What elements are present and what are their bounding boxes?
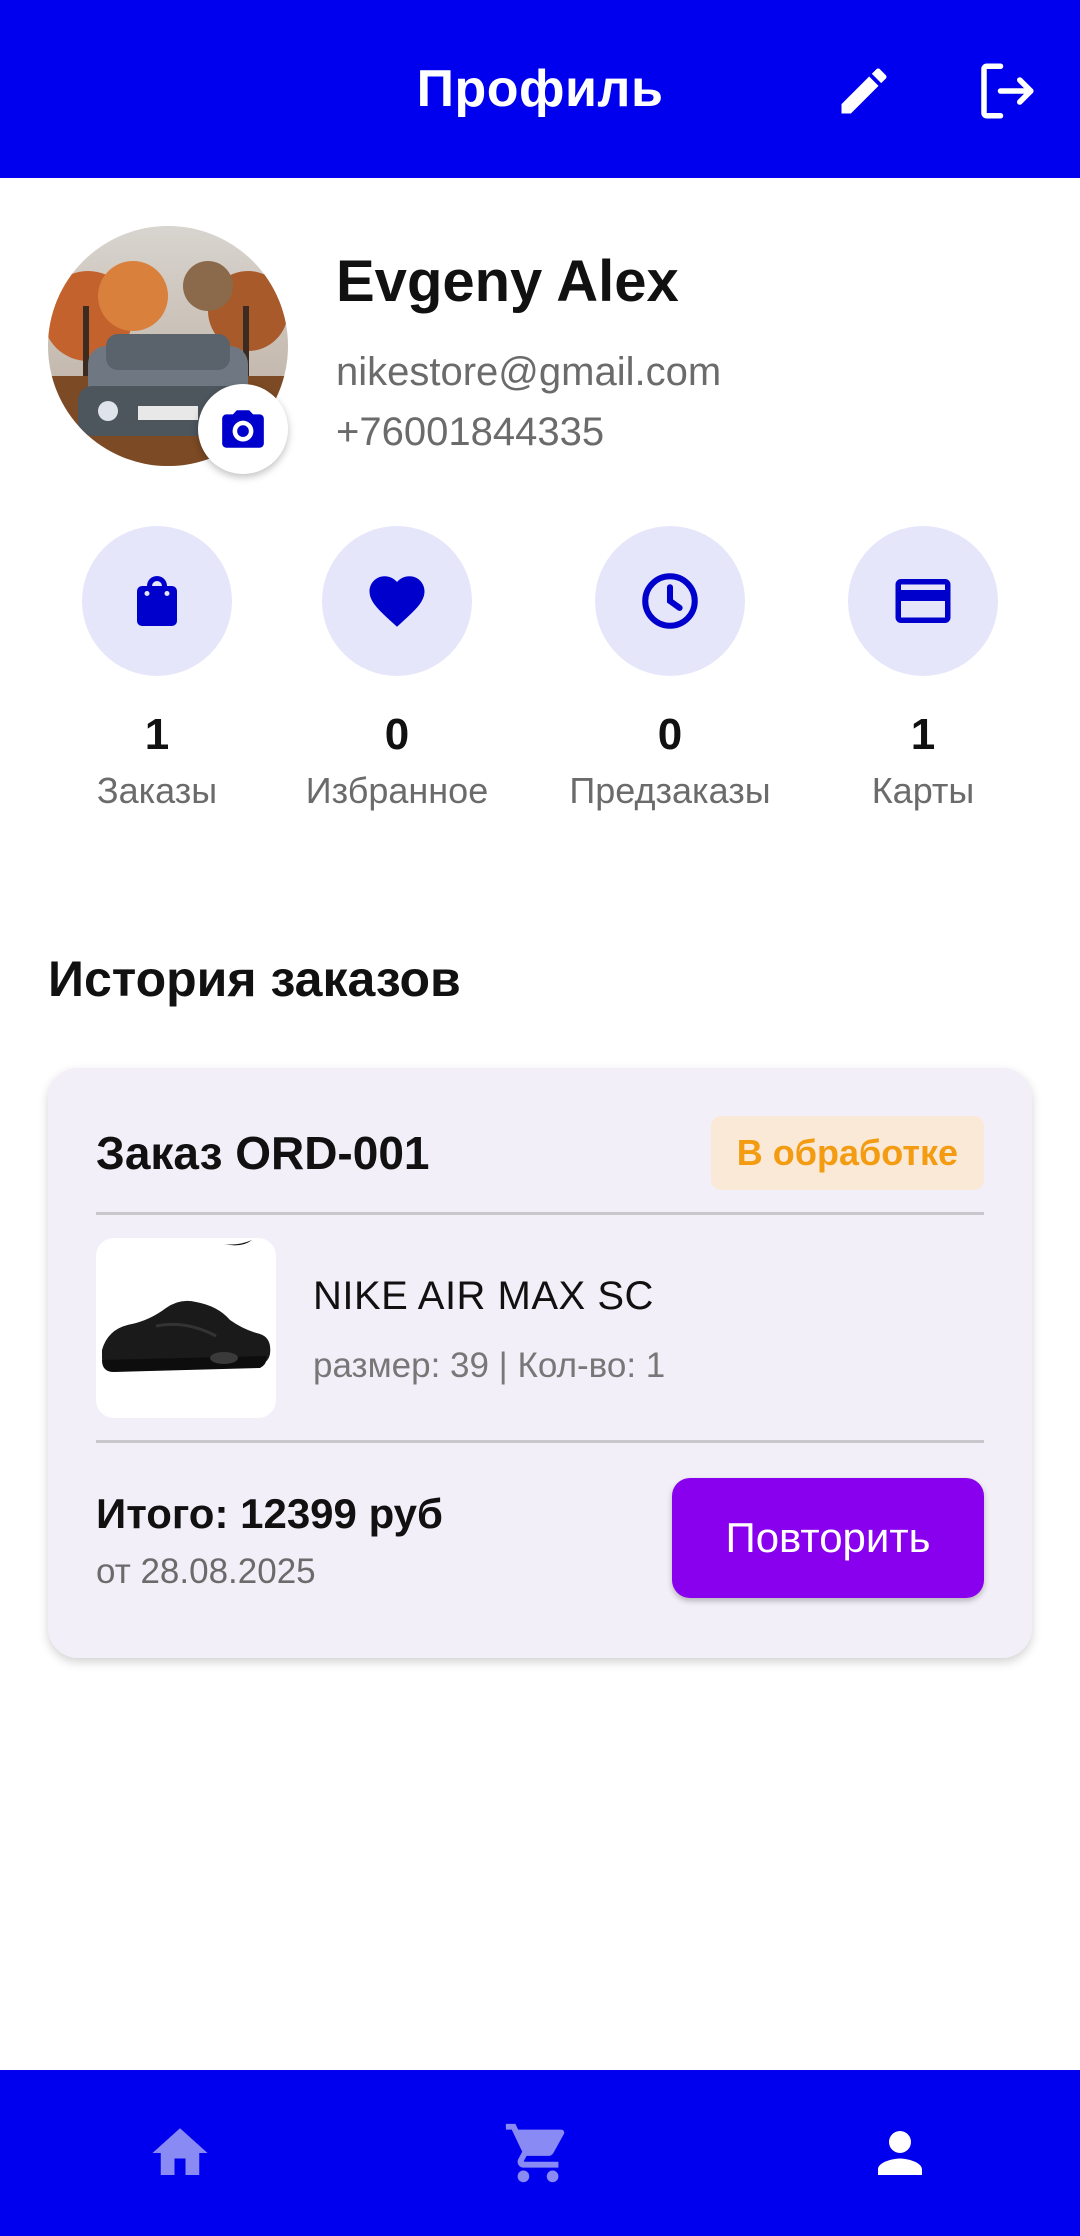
stat-count: 0: [384, 710, 410, 759]
stat-label: Избранное: [305, 770, 489, 811]
stat-cards[interactable]: 1 Карты: [808, 526, 1038, 812]
stat-label: Предзаказы: [569, 770, 771, 811]
stat-count: 1: [910, 710, 936, 759]
profile-header: Evgeny Alex nikestore@gmail.com +7600184…: [48, 226, 1038, 476]
change-photo-button[interactable]: [198, 384, 288, 474]
stat-favorites-circle[interactable]: [322, 526, 472, 676]
stat-orders[interactable]: 1 Заказы: [42, 526, 272, 812]
edit-profile-button[interactable]: [828, 55, 900, 127]
product-image[interactable]: [96, 1238, 276, 1418]
order-history-title: История заказов: [48, 951, 461, 1007]
stat-count: 0: [657, 710, 683, 759]
stat-preorders[interactable]: 0 Предзаказы: [555, 526, 785, 812]
divider: [96, 1212, 984, 1215]
credit-card-icon: [895, 579, 951, 623]
stat-orders-circle[interactable]: [82, 526, 232, 676]
person-icon: [878, 2131, 922, 2175]
clock-icon: [642, 573, 698, 629]
stat-cards-circle[interactable]: [848, 526, 998, 676]
nav-cart[interactable]: [493, 2108, 583, 2198]
order-card[interactable]: Заказ ORD-001 В обработке NIKE AIR MAX S…: [48, 1068, 1032, 1658]
app-bar: Профиль: [0, 0, 1080, 178]
status-badge: В обработке: [710, 1116, 984, 1190]
user-name: Evgeny Alex: [336, 249, 679, 314]
order-title: Заказ ORD-001: [96, 1127, 430, 1179]
nav-profile[interactable]: [855, 2108, 945, 2198]
stat-label: Карты: [871, 770, 975, 811]
home-icon: [152, 2128, 208, 2175]
page-title: Профиль: [416, 60, 664, 118]
order-total: Итого: 12399 руб: [96, 1490, 443, 1537]
stat-count: 1: [144, 710, 170, 759]
product-meta: размер: 39 | Кол-во: 1: [313, 1346, 666, 1385]
bottom-nav: [0, 2070, 1080, 2236]
camera-icon: [222, 410, 264, 448]
pencil-icon: [841, 68, 887, 114]
stat-label: Заказы: [96, 770, 218, 811]
stat-favorites[interactable]: 0 Избранное: [282, 526, 512, 812]
logout-icon: [981, 63, 1034, 119]
user-phone: +76001844335: [336, 410, 605, 454]
nav-home[interactable]: [135, 2108, 225, 2198]
product-name: NIKE AIR MAX SC: [313, 1274, 654, 1318]
logout-button[interactable]: [970, 55, 1042, 127]
cart-icon: [505, 2123, 565, 2183]
stat-preorders-circle[interactable]: [595, 526, 745, 676]
user-email: nikestore@gmail.com: [336, 350, 722, 394]
shopping-bag-icon: [137, 576, 177, 626]
heart-icon: [369, 576, 425, 627]
divider: [96, 1440, 984, 1443]
sneaker-image: [102, 1240, 271, 1372]
order-date: от 28.08.2025: [96, 1552, 316, 1591]
repeat-order-button[interactable]: Повторить: [672, 1478, 984, 1598]
